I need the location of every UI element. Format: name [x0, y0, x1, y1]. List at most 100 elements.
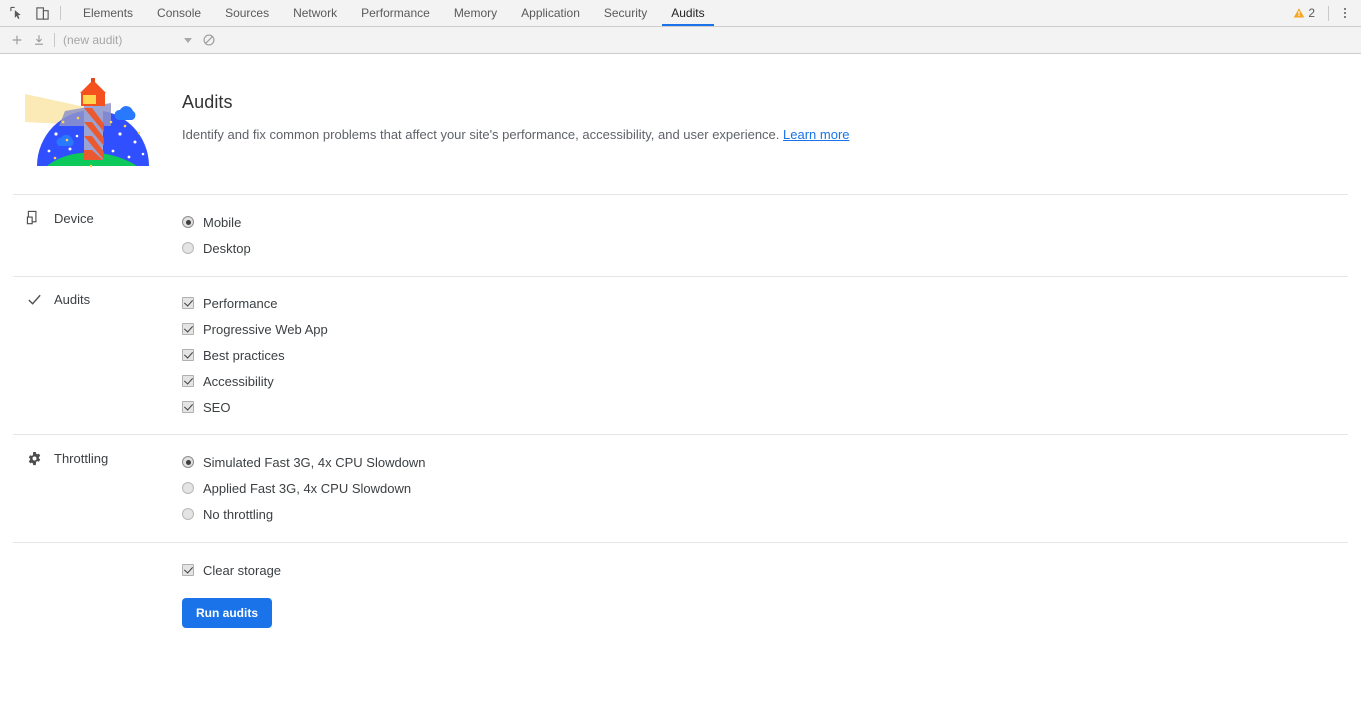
tab-label: Elements: [83, 6, 134, 20]
more-options-icon[interactable]: [1336, 3, 1354, 23]
radio-option-no-throttling[interactable]: No throttling: [182, 501, 1361, 527]
audits-start-view: Audits Identify and fix common problems …: [0, 54, 1361, 628]
footer-inner: Clear storage Run audits: [0, 557, 1361, 628]
device-section: Device Mobile Desktop: [0, 195, 1361, 276]
hero-description: Identify and fix common problems that af…: [182, 127, 850, 142]
audits-options: Performance Progressive Web App Best pra…: [182, 290, 1361, 420]
tab-label: Performance: [361, 6, 430, 20]
radio-label: Mobile: [203, 214, 242, 230]
tab-label: Security: [603, 6, 648, 20]
tabbar-divider: [60, 6, 61, 20]
audits-subtoolbar: (new audit): [0, 27, 1361, 54]
checkbox-option-performance[interactable]: Performance: [182, 290, 1361, 316]
device-options: Mobile Desktop: [182, 209, 1361, 261]
tab-audits[interactable]: Audits: [659, 0, 716, 26]
tab-console[interactable]: Console: [145, 0, 213, 26]
checkbox-indicator: [182, 564, 194, 576]
lighthouse-logo: [0, 76, 182, 173]
checkbox-indicator: [182, 401, 194, 413]
hero-description-text: Identify and fix common problems that af…: [182, 127, 780, 142]
tab-network[interactable]: Network: [281, 0, 349, 26]
radio-label: Desktop: [203, 240, 251, 256]
subtoolbar-divider: [54, 33, 55, 47]
devtools-tabbar: Elements Console Sources Network Perform…: [0, 0, 1361, 27]
checkbox-option-best-practices[interactable]: Best practices: [182, 342, 1361, 368]
tab-label: Memory: [453, 6, 498, 20]
tab-label: Application: [521, 6, 580, 20]
audits-row-label: Audits: [0, 290, 182, 308]
audit-select-value: (new audit): [63, 33, 123, 47]
audits-row: Audits Performance Progressive Web App B…: [0, 290, 1361, 420]
checkbox-option-accessibility[interactable]: Accessibility: [182, 368, 1361, 394]
tabbar-right-group: 2: [1287, 0, 1361, 26]
radio-indicator: [182, 242, 194, 254]
toolbar-divider: [1328, 5, 1329, 21]
tab-memory[interactable]: Memory: [442, 0, 509, 26]
radio-label: No throttling: [203, 506, 274, 522]
devtools-tab-list: Elements Console Sources Network Perform…: [71, 0, 717, 26]
tab-security[interactable]: Security: [592, 0, 659, 26]
download-icon: [35, 35, 43, 45]
audit-select[interactable]: (new audit): [61, 30, 198, 50]
checkmark-icon: [25, 290, 43, 308]
learn-more-link[interactable]: Learn more: [783, 127, 849, 142]
checkbox-label: SEO: [203, 399, 231, 415]
hero-text: Audits Identify and fix common problems …: [182, 76, 850, 142]
clear-all-button[interactable]: [198, 30, 220, 50]
throttling-section: Throttling Simulated Fast 3G, 4x CPU Slo…: [0, 435, 1361, 542]
device-row: Device Mobile Desktop: [0, 209, 1361, 261]
throttling-row: Throttling Simulated Fast 3G, 4x CPU Slo…: [0, 449, 1361, 527]
warning-count: 2: [1308, 6, 1315, 20]
tab-label: Network: [293, 6, 338, 20]
audits-hero: Audits Identify and fix common problems …: [0, 54, 1361, 194]
plus-icon: [12, 35, 22, 45]
checkbox-indicator: [182, 375, 194, 387]
checkbox-label: Accessibility: [203, 373, 274, 389]
checkbox-label: Performance: [203, 295, 278, 311]
checkbox-option-progressive-web-app[interactable]: Progressive Web App: [182, 316, 1361, 342]
checkbox-indicator: [182, 323, 194, 335]
tab-label: Audits: [671, 6, 705, 20]
checkbox-label: Best practices: [203, 347, 285, 363]
import-audit-button[interactable]: [28, 30, 50, 50]
radio-label: Applied Fast 3G, 4x CPU Slowdown: [203, 480, 412, 496]
gear-icon: [25, 449, 43, 467]
footer-section: Clear storage Run audits: [0, 543, 1361, 628]
checkbox-option-seo[interactable]: SEO: [182, 394, 1361, 420]
throttling-label: Throttling: [54, 450, 109, 466]
device-row-label: Device: [0, 209, 182, 227]
radio-option-desktop[interactable]: Desktop: [182, 235, 1361, 261]
radio-indicator: [182, 482, 194, 494]
chevron-down-icon: [184, 37, 192, 43]
run-audits-button[interactable]: Run audits: [182, 598, 272, 628]
tab-label: Console: [157, 6, 202, 20]
checkbox-label: Clear storage: [203, 562, 282, 578]
tab-elements[interactable]: Elements: [71, 0, 145, 26]
warning-triangle-icon: [1294, 8, 1305, 18]
device-label: Device: [54, 210, 94, 226]
throttling-options: Simulated Fast 3G, 4x CPU Slowdown Appli…: [182, 449, 1361, 527]
checkbox-label: Progressive Web App: [203, 321, 328, 337]
add-audit-button[interactable]: [6, 30, 28, 50]
clear-circle-slash-icon: [203, 34, 215, 46]
radio-option-mobile[interactable]: Mobile: [182, 209, 1361, 235]
throttling-row-label: Throttling: [0, 449, 182, 467]
device-icon: [25, 209, 43, 227]
tab-performance[interactable]: Performance: [349, 0, 442, 26]
tabbar-left-icons: [0, 0, 57, 26]
tab-label: Sources: [225, 6, 270, 20]
radio-option-simulated-throttling[interactable]: Simulated Fast 3G, 4x CPU Slowdown: [182, 449, 1361, 475]
page-title: Audits: [182, 92, 233, 112]
checkbox-indicator: [182, 349, 194, 361]
tab-sources[interactable]: Sources: [213, 0, 281, 26]
checkbox-option-clear-storage[interactable]: Clear storage: [182, 557, 1361, 583]
device-toolbar-icon[interactable]: [34, 5, 51, 22]
radio-label: Simulated Fast 3G, 4x CPU Slowdown: [203, 454, 426, 470]
checkbox-indicator: [182, 297, 194, 309]
radio-indicator: [182, 508, 194, 520]
radio-option-applied-throttling[interactable]: Applied Fast 3G, 4x CPU Slowdown: [182, 475, 1361, 501]
warning-badge[interactable]: 2: [1287, 6, 1321, 20]
inspect-element-icon[interactable]: [8, 5, 25, 22]
audits-section: Audits Performance Progressive Web App B…: [0, 277, 1361, 434]
tab-application[interactable]: Application: [509, 0, 592, 26]
